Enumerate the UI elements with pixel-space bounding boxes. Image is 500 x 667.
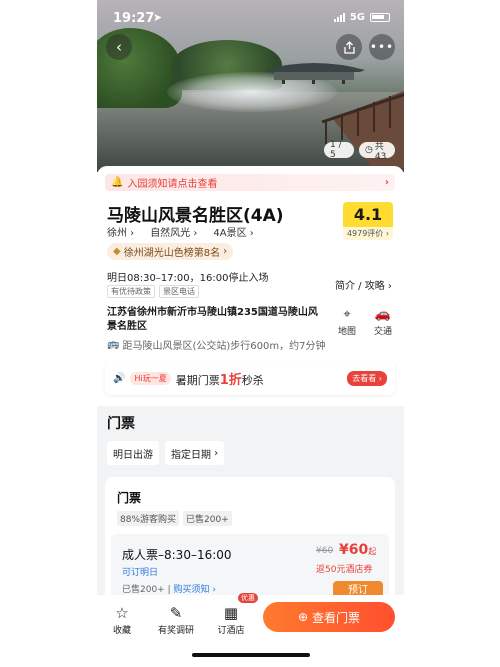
map-pin-icon: ⌖ xyxy=(343,307,351,322)
clock-icon: ◷ xyxy=(365,145,373,155)
more-dots-icon: ••• xyxy=(369,40,395,54)
pick-date-option[interactable]: 指定日期 › xyxy=(165,441,225,465)
ranking-text: 徐州湖光山色榜第8名 xyxy=(123,248,221,259)
promo-badge: Hi玩一夏 xyxy=(130,371,171,385)
bell-icon: 🔔 xyxy=(111,177,124,188)
transport-label: 交通 xyxy=(373,327,392,337)
pavilion-illustration xyxy=(264,63,365,84)
photo-counter: 1 / 5 xyxy=(324,140,354,160)
transport-button[interactable]: 🚗 交通 xyxy=(369,306,397,337)
category-list: 徐州 › 自然风光 › 4A景区 › xyxy=(107,224,254,239)
back-button[interactable]: ‹ xyxy=(106,34,132,60)
signal-icon xyxy=(333,13,345,22)
category-level[interactable]: 4A景区 › xyxy=(213,224,253,239)
status-time: 19:27 xyxy=(113,11,155,26)
promo-banner[interactable]: 🔊 Hi玩一夏 暑期门票1折秒杀 去看看 › xyxy=(105,361,395,395)
view-tickets-label: 查看门票 xyxy=(312,610,361,625)
building-icon: ▦ xyxy=(223,604,239,622)
popular-tag: 88%游客购买 xyxy=(117,511,180,526)
more-button[interactable]: ••• xyxy=(369,34,395,60)
tickets-section-title: 门票 xyxy=(107,416,135,432)
ticket-sales-tags: 88%游客购买 已售200+ xyxy=(117,511,232,526)
map-button[interactable]: ⌖ 地图 xyxy=(333,306,361,337)
arrow-circle-icon: ⊕ xyxy=(297,610,309,624)
status-bar: 19:27 ➤ 5G xyxy=(97,0,404,34)
favorite-label: 收藏 xyxy=(112,626,131,636)
survey-label: 有奖调研 xyxy=(157,626,194,636)
ticket-availability: 可订明日 xyxy=(122,568,159,578)
phone-tag[interactable]: 景区电话 xyxy=(159,285,199,298)
hero-image[interactable]: 19:27 ➤ 5G ‹ ••• 1 / 5 ◷ 共 43 xyxy=(97,0,404,172)
page-title: 马陵山风景名胜区(4A) xyxy=(107,206,284,226)
notice-text: 入园须知请点击查看 xyxy=(127,179,218,190)
distance-info: 🚌 距马陵山风景区(公交站)步行600m，约7分钟 xyxy=(107,337,325,352)
ticket-name: 成人票–8:30–16:00 xyxy=(122,548,232,562)
category-city[interactable]: 徐州 › xyxy=(107,224,134,239)
ranking-badge[interactable]: ◆ 徐州湖光山色榜第8名 › xyxy=(107,243,234,260)
ticket-card: 门票 88%游客购买 已售200+ 成人票–8:30–16:00 可订明日 已售… xyxy=(105,477,395,607)
phone-screen: 19:27 ➤ 5G ‹ ••• 1 / 5 ◷ 共 43 🔔 入园须知请点击查看… xyxy=(97,0,404,667)
info-tags: 有优待政策 景区电话 xyxy=(107,285,199,298)
hotel-discount-badge: 优惠 xyxy=(238,593,258,603)
diamond-icon: ◆ xyxy=(113,246,121,257)
ticket-sold: 已售200+ | 购买须知 › xyxy=(122,585,216,595)
all-photos-label: 共 43 xyxy=(374,141,387,162)
guide-link[interactable]: 简介 / 攻略 › xyxy=(335,277,392,292)
rating-score: 4.1 xyxy=(343,202,393,227)
star-icon: ☆ xyxy=(115,604,129,622)
ticket-price: ¥60起 xyxy=(339,542,377,558)
car-icon: 🚗 xyxy=(374,307,392,322)
all-photos-button[interactable]: ◷ 共 43 xyxy=(359,142,395,162)
chevron-left-icon: ‹ xyxy=(116,38,122,56)
category-type[interactable]: 自然风光 › xyxy=(150,224,197,239)
original-price: ¥60 xyxy=(316,546,334,556)
edit-icon: ✎ xyxy=(169,604,183,622)
distance-text: 距马陵山风景区(公交站)步行600m，约7分钟 xyxy=(122,341,326,352)
address: 江苏省徐州市新沂市马陵山镇235国道马陵山风景名胜区 xyxy=(107,307,318,332)
ticket-card-title: 门票 xyxy=(117,491,142,505)
view-tickets-button[interactable]: ⊕ 查看门票 xyxy=(263,602,395,632)
entry-notice-banner[interactable]: 🔔 入园须知请点击查看 › xyxy=(105,174,395,191)
promo-text: 暑期门票1折秒杀 xyxy=(175,372,264,388)
chevron-right-icon: › xyxy=(384,177,389,188)
hotel-coupon: 返50元酒店券 xyxy=(316,565,373,575)
bottom-bar: ☆ 收藏 ✎ 有奖调研 ▦ 订酒店 优惠 ⊕ 查看门票 xyxy=(97,593,404,667)
hotel-label: 订酒店 xyxy=(217,626,245,636)
home-indicator xyxy=(192,653,310,657)
opening-hours: 明日08:30–17:00，16:00停止入场 xyxy=(107,273,269,284)
battery-icon xyxy=(370,13,390,22)
survey-tab[interactable]: ✎ 有奖调研 xyxy=(151,603,201,636)
tomorrow-option[interactable]: 明日出游 xyxy=(107,441,159,465)
map-label: 地图 xyxy=(337,327,356,337)
favorite-tab[interactable]: ☆ 收藏 xyxy=(97,603,147,636)
status-right: 5G xyxy=(333,12,390,23)
chevron-right-icon: › xyxy=(223,246,228,257)
network-label: 5G xyxy=(349,12,365,23)
location-arrow-icon: ➤ xyxy=(153,11,163,24)
sold-tag: 已售200+ xyxy=(183,511,232,526)
rating-box[interactable]: 4.1 4979评价 › xyxy=(343,202,393,240)
hotel-tab[interactable]: ▦ 订酒店 xyxy=(206,603,256,636)
bus-icon: 🚌 xyxy=(107,339,120,350)
purchase-notice-link[interactable]: 购买须知 › xyxy=(174,585,216,595)
info-card: 🔔 入园须知请点击查看 › 马陵山风景名胜区(4A) 徐州 › 自然风光 › 4… xyxy=(97,166,404,406)
share-icon xyxy=(343,40,355,54)
share-button[interactable] xyxy=(336,34,362,60)
speaker-icon: 🔊 xyxy=(113,372,126,384)
policy-tag[interactable]: 有优待政策 xyxy=(107,285,155,298)
promo-go-button[interactable]: 去看看 › xyxy=(347,370,387,386)
review-count: 4979评价 › xyxy=(343,227,393,240)
